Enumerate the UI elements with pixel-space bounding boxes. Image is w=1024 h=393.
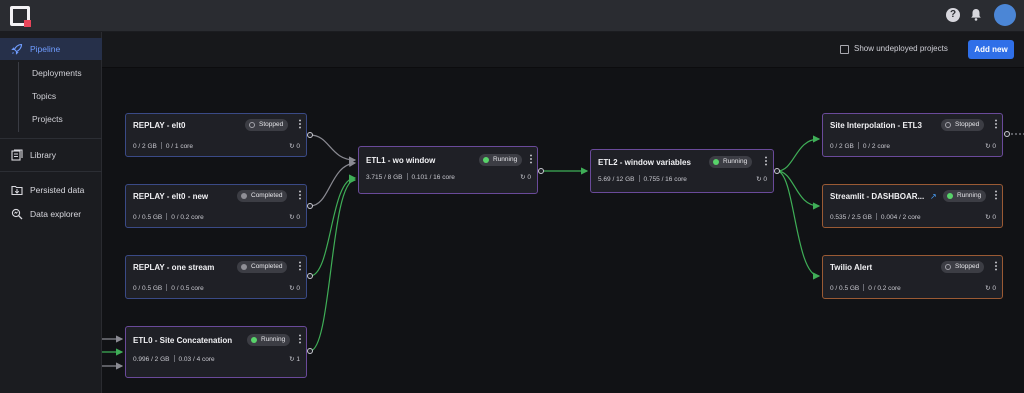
restart-count: ↻ 0 [289, 143, 300, 150]
pipeline-node[interactable]: Streamlit - DASHBOAR... ↗ Running ⋮ 0.53… [822, 184, 1003, 228]
kebab-icon[interactable]: ⋮ [295, 262, 305, 272]
status-badge: Running [943, 190, 987, 202]
node-resources: 0.996 / 2 GB 0.03 / 4 core [133, 355, 215, 363]
kebab-icon[interactable]: ⋮ [991, 120, 1001, 130]
kebab-icon[interactable]: ⋮ [295, 335, 305, 345]
node-resources: 0 / 0.5 GB 0 / 0.2 core [830, 284, 901, 292]
output-port [307, 273, 313, 279]
kebab-icon[interactable]: ⋮ [295, 120, 305, 130]
pipeline-node[interactable]: REPLAY - elt0 - new Completed ⋮ 0 / 0.5 … [125, 184, 307, 228]
node-title: Streamlit - DASHBOAR... [830, 192, 925, 201]
output-port [307, 132, 313, 138]
stopped-icon [945, 264, 951, 270]
completed-icon [241, 264, 247, 270]
edge [776, 135, 821, 172]
node-resources: 0 / 2 GB 0 / 1 core [133, 142, 193, 150]
restart-count: ↻ 0 [985, 214, 996, 221]
node-resources: 0 / 0.5 GB 0 / 0.2 core [133, 213, 204, 221]
node-resources: 0 / 2 GB 0 / 2 core [830, 142, 890, 150]
status-badge: Running [247, 334, 291, 346]
pipeline-node[interactable]: ETL1 - wo window Running ⋮ 3.715 / 8 GB 0… [358, 146, 538, 194]
restart-count: ↻ 0 [289, 285, 300, 292]
node-title: ETL1 - wo window [366, 156, 436, 165]
pipeline-node[interactable]: REPLAY - elt0 Stopped ⋮ 0 / 2 GB 0 / 1 co… [125, 113, 307, 157]
kebab-icon[interactable]: ⋮ [991, 191, 1001, 201]
node-title: REPLAY - elt0 - new [133, 192, 209, 201]
kebab-icon[interactable]: ⋮ [991, 262, 1001, 272]
stopped-icon [945, 122, 951, 128]
status-badge: Stopped [941, 261, 985, 273]
output-port [307, 348, 313, 354]
node-title: ETL0 - Site Concatenation [133, 336, 233, 345]
status-badge: Running [479, 154, 523, 166]
external-link-icon[interactable]: ↗ [930, 192, 937, 201]
kebab-icon[interactable]: ⋮ [761, 157, 771, 167]
restart-count: ↻ 1 [289, 356, 300, 363]
stopped-icon [249, 122, 255, 128]
output-port [538, 168, 544, 174]
pipeline-node[interactable]: ETL0 - Site Concatenation Running ⋮ 0.99… [125, 326, 307, 378]
completed-icon [241, 193, 247, 199]
node-title: Site Interpolation - ETL3 [830, 121, 923, 130]
status-badge: Stopped [941, 119, 985, 131]
status-badge: Completed [237, 261, 288, 273]
node-resources: 0.535 / 2.5 GB 0.004 / 2 core [830, 213, 921, 221]
pipeline-node[interactable]: REPLAY - one stream Completed ⋮ 0 / 0.5 … [125, 255, 307, 299]
node-resources: 3.715 / 8 GB 0.101 / 16 core [366, 173, 455, 181]
restart-count: ↻ 0 [985, 285, 996, 292]
status-badge: Completed [237, 190, 288, 202]
kebab-icon[interactable]: ⋮ [295, 191, 305, 201]
status-badge: Running [709, 156, 753, 168]
pipeline-node[interactable]: Site Interpolation - ETL3 Stopped ⋮ 0 / … [822, 113, 1003, 157]
output-port [307, 203, 313, 209]
edge [309, 176, 357, 352]
restart-count: ↻ 0 [985, 143, 996, 150]
output-port [774, 168, 780, 174]
node-title: ETL2 - window variables [598, 158, 691, 167]
node-title: Twilio Alert [830, 263, 873, 272]
restart-count: ↻ 0 [289, 214, 300, 221]
edge [776, 170, 821, 280]
running-icon [713, 159, 719, 165]
node-title: REPLAY - elt0 [133, 121, 186, 130]
running-icon [483, 157, 489, 163]
restart-count: ↻ 0 [520, 174, 531, 181]
kebab-icon[interactable]: ⋮ [526, 155, 536, 165]
pipeline-node[interactable]: Twilio Alert Stopped ⋮ 0 / 0.5 GB 0 / 0.2… [822, 255, 1003, 299]
restart-count: ↻ 0 [756, 176, 767, 183]
node-resources: 0 / 0.5 GB 0 / 0.5 core [133, 284, 204, 292]
running-icon [947, 193, 953, 199]
running-icon [251, 337, 257, 343]
status-badge: Stopped [245, 119, 289, 131]
edge [309, 134, 357, 164]
node-title: REPLAY - one stream [133, 263, 215, 272]
output-port [1004, 131, 1010, 137]
pipeline-node[interactable]: ETL2 - window variables Running ⋮ 5.69 /… [590, 149, 774, 193]
node-resources: 5.69 / 12 GB 0.755 / 16 core [598, 175, 687, 183]
